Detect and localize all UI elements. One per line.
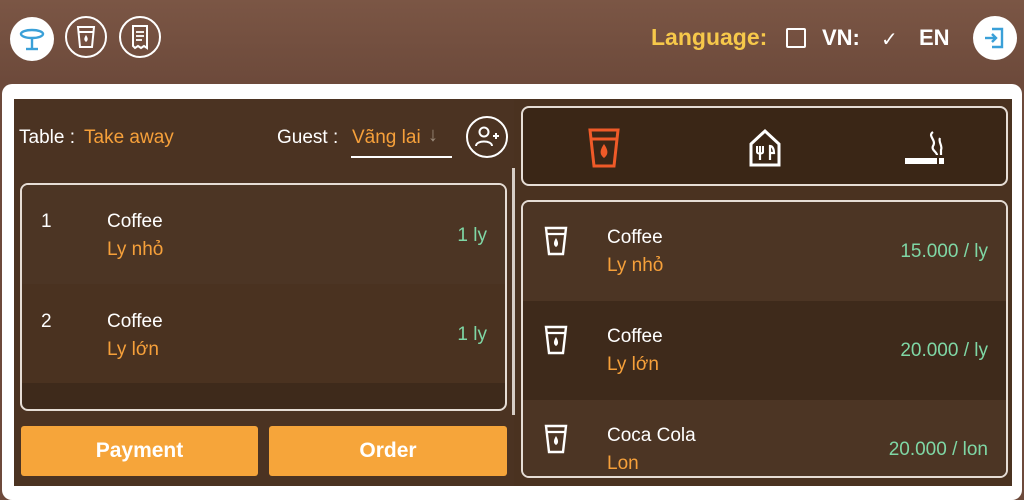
guest-label: Guest : <box>277 127 339 148</box>
logout-button[interactable] <box>973 16 1017 60</box>
receipt-icon <box>132 25 148 50</box>
order-item-size: Ly nhỏ <box>107 239 164 260</box>
table-value[interactable]: Take away <box>84 127 174 149</box>
en-label: EN <box>919 25 950 50</box>
table-button[interactable] <box>10 17 54 61</box>
menu-item-size: Ly lớn <box>607 354 659 375</box>
language-label: Language: <box>651 24 768 50</box>
arrow-down-icon[interactable]: ↓ <box>428 124 438 147</box>
menu-item-name: Coffee <box>607 227 663 248</box>
cup-icon <box>544 325 568 355</box>
order-item-name: Coffee <box>107 311 163 332</box>
order-item-name: Coffee <box>107 211 163 232</box>
restaurant-icon <box>749 128 781 167</box>
order-number: 1 <box>41 211 52 232</box>
order-item-qty: 1 ly <box>457 324 487 345</box>
drink-menu-button[interactable] <box>65 16 107 58</box>
menu-item-price: 15.000 / ly <box>900 241 988 262</box>
payment-button[interactable]: Payment <box>21 426 258 476</box>
category-smoking[interactable] <box>903 126 947 170</box>
category-bar <box>521 106 1008 186</box>
menu-item-name: Coca Cola <box>607 425 696 446</box>
vn-checkbox[interactable] <box>786 28 806 48</box>
order-item-qty: 1 ly <box>457 225 487 246</box>
category-drinks[interactable] <box>582 126 626 170</box>
menu-item[interactable]: Coca Cola Lon 20.000 / lon <box>523 400 1006 476</box>
bill-button[interactable] <box>119 16 161 58</box>
menu-item[interactable]: Coffee Ly lớn 20.000 / ly <box>523 301 1006 400</box>
category-food[interactable] <box>743 126 787 170</box>
cup-icon <box>544 424 568 454</box>
add-guest-button[interactable] <box>466 116 508 158</box>
table-label: Table : <box>19 127 75 148</box>
cup-icon <box>76 26 96 48</box>
order-row[interactable]: 2 Coffee Ly lớn 1 ly <box>22 284 505 383</box>
guest-select[interactable]: Vãng lai <box>352 127 421 149</box>
table-icon <box>19 28 45 51</box>
logout-icon <box>985 27 1004 49</box>
menu-list: Coffee Ly nhỏ 15.000 / ly Coffee Ly lớn … <box>521 200 1008 478</box>
order-row[interactable]: 1 Coffee Ly nhỏ 1 ly <box>22 185 505 284</box>
order-number: 2 <box>41 311 52 332</box>
cup-icon <box>544 226 568 256</box>
menu-item[interactable]: Coffee Ly nhỏ 15.000 / ly <box>523 202 1006 301</box>
menu-item-size: Ly nhỏ <box>607 255 664 276</box>
cup-icon <box>588 128 620 168</box>
add-user-icon <box>475 126 499 147</box>
menu-item-price: 20.000 / lon <box>888 439 988 460</box>
order-item-size: Ly lớn <box>107 339 159 360</box>
vn-label: VN: <box>822 25 860 50</box>
menu-item-name: Coffee <box>607 326 663 347</box>
guest-underline <box>351 156 452 158</box>
order-list: 1 Coffee Ly nhỏ 1 ly 2 Coffee Ly lớn 1 l… <box>20 183 507 411</box>
menu-item-price: 20.000 / ly <box>900 340 988 361</box>
cigarette-icon <box>905 131 944 164</box>
menu-item-size: Lon <box>607 453 639 474</box>
scrollbar[interactable] <box>512 168 515 415</box>
en-check-icon[interactable]: ✓ <box>881 27 898 52</box>
order-button[interactable]: Order <box>269 426 507 476</box>
